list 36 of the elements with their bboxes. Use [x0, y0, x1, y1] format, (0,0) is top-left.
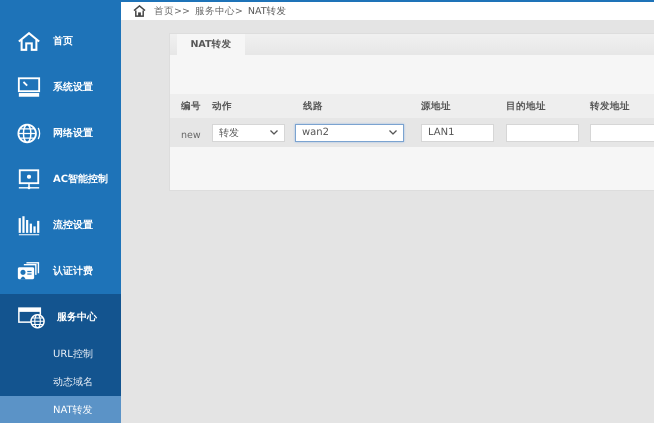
input-field[interactable]	[506, 124, 579, 142]
sidebar-item[interactable]: 网络设置	[0, 110, 121, 156]
breadcrumb-link[interactable]: NAT转发	[248, 4, 287, 18]
house-icon	[17, 30, 41, 52]
tab[interactable]: NAT转发	[177, 34, 245, 55]
input-field[interactable]: LAN1	[421, 124, 494, 142]
sidebar-item[interactable]: AC智能控制	[0, 156, 121, 202]
sidebar-subitem[interactable]: 动态域名	[0, 368, 121, 396]
breadcrumb-link[interactable]: 服务中心>	[194, 4, 243, 18]
sidebar-item[interactable]: 认证计费	[0, 248, 121, 294]
sidebar-item[interactable]: 首页	[0, 18, 121, 64]
breadcrumb-link[interactable]: 首页>>	[154, 4, 190, 18]
table-cell: new	[181, 130, 201, 141]
input-field[interactable]	[590, 124, 654, 142]
bar-chart-icon	[17, 214, 41, 236]
chevron-down-icon	[389, 130, 397, 135]
monitor-icon	[17, 168, 41, 190]
sidebar-subitem[interactable]: URL控制	[0, 340, 121, 368]
column-header: 转发地址	[590, 100, 631, 112]
column-header: 目的地址	[506, 100, 547, 112]
id-card-icon	[17, 260, 41, 282]
column-header: 源地址	[421, 100, 452, 112]
dropdown[interactable]: 转发	[212, 124, 285, 142]
sidebar-subitem[interactable]: NAT转发	[0, 396, 121, 423]
column-header: 线路	[302, 100, 324, 112]
dropdown[interactable]: wan2	[295, 124, 404, 142]
column-header: 动作	[212, 100, 233, 112]
browser-globe-icon	[17, 306, 45, 328]
sidebar-item[interactable]: 流控设置	[0, 202, 121, 248]
sidebar-item[interactable]: 系统设置	[0, 64, 121, 110]
chevron-down-icon	[270, 130, 278, 135]
home-icon[interactable]	[133, 5, 146, 17]
monitor-icon	[17, 76, 41, 98]
globe-icon	[17, 122, 41, 144]
column-header: 编号	[181, 100, 202, 112]
sidebar-item[interactable]: 服务中心	[0, 294, 121, 340]
